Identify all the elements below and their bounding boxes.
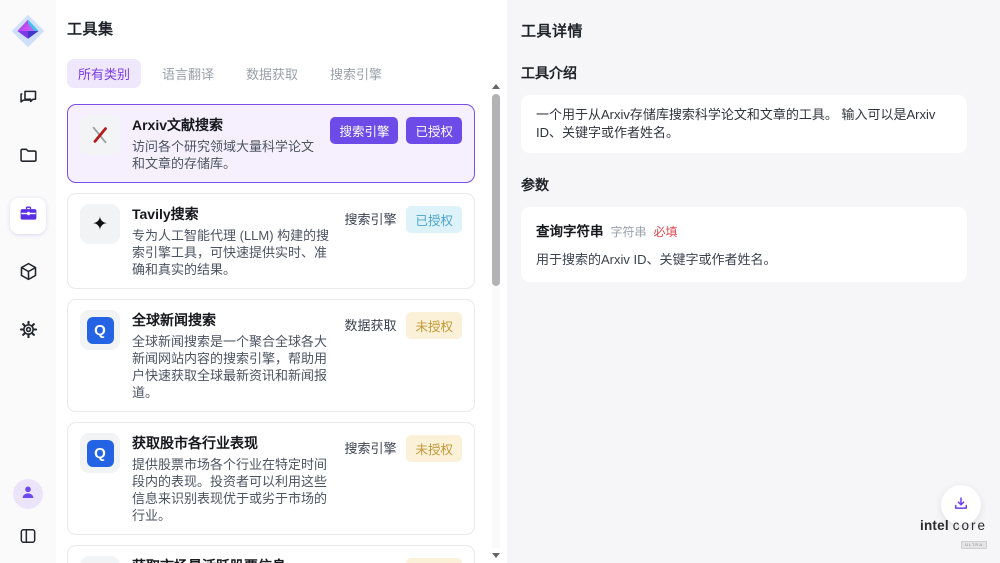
tool-card-tavily[interactable]: ✦ Tavily搜索 专为人工智能代理 (LLM) 构建的搜索引擎工具，可快速提… xyxy=(67,193,475,289)
tool-card-sector-performance[interactable]: Q 获取股市各行业表现 提供股票市场各个行业在特定时间段内的表现。投资者可以利用… xyxy=(67,422,475,535)
parameter-name: 查询字符串 xyxy=(536,220,604,240)
page-title: 工具集 xyxy=(67,18,507,39)
scroll-down-arrow[interactable] xyxy=(492,553,500,558)
sidebar-item-chat[interactable] xyxy=(10,82,46,118)
tab-search-engine[interactable]: 搜索引擎 xyxy=(319,59,393,88)
collapse-panel-icon xyxy=(18,526,38,551)
chat-icon xyxy=(18,87,39,113)
gear-icon xyxy=(18,319,39,345)
list-scrollbar[interactable] xyxy=(491,84,501,558)
category-label: 搜索引擎 xyxy=(342,558,398,563)
scrollbar-thumb[interactable] xyxy=(492,94,500,286)
sidebar-item-tools[interactable] xyxy=(10,198,46,234)
blue-q-logo-icon: Q xyxy=(80,556,120,563)
tool-description: 全球新闻搜索是一个聚合全球各大新闻网站内容的搜索引擎，帮助用户快速获取全球最新资… xyxy=(132,333,330,401)
folder-icon xyxy=(18,145,39,171)
category-label: 搜索引擎 xyxy=(342,435,398,460)
toolbox-icon xyxy=(18,203,39,229)
intel-ultra-badge: ULTRA xyxy=(961,541,987,549)
parameter-type: 字符串 xyxy=(611,223,647,240)
tool-card-list: Arxiv文献搜索 访问各个研究领域大量科学论文和文章的存储库。 搜索引擎 已授… xyxy=(67,104,475,563)
intro-section-title: 工具介绍 xyxy=(521,63,980,83)
cube-icon xyxy=(18,261,39,287)
status-badge: 未授权 xyxy=(406,558,462,563)
tool-description: 提供股票市场各个行业在特定时间段内的表现。投资者可以利用这些信息来识别表现优于或… xyxy=(132,456,330,524)
status-badge: 未授权 xyxy=(406,435,462,462)
blue-q-logo-icon: Q xyxy=(80,433,120,473)
category-label: 数据获取 xyxy=(342,312,398,337)
tool-title: 获取市场最活跃股票信息 xyxy=(132,556,330,563)
tab-data-acquisition[interactable]: 数据获取 xyxy=(235,59,309,88)
parameter-required-badge: 必填 xyxy=(654,223,678,240)
tool-description: 访问各个研究领域大量科学论文和文章的存储库。 xyxy=(132,138,318,172)
tool-intro-text: 一个用于从Arxiv存储库搜索科学论文和文章的工具。 输入可以是Arxiv ID… xyxy=(536,107,935,140)
tool-description: 专为人工智能代理 (LLM) 构建的搜索引擎工具，可快速提供实时、准确和真实的结… xyxy=(132,227,330,278)
params-section-title: 参数 xyxy=(521,175,980,195)
sidebar-item-files[interactable] xyxy=(10,140,46,176)
arxiv-logo-icon xyxy=(80,115,120,155)
sidebar-rail xyxy=(0,0,56,563)
tool-title: 全球新闻搜索 xyxy=(132,310,330,330)
category-label: 搜索引擎 xyxy=(342,206,398,231)
parameter-description: 用于搜索的Arxiv ID、关键字或作者姓名。 xyxy=(536,249,952,268)
app-logo xyxy=(11,14,45,48)
user-avatar[interactable] xyxy=(13,479,43,509)
sidebar-item-models[interactable] xyxy=(10,256,46,292)
tool-list-panel: 工具集 所有类别 语言翻译 数据获取 搜索引擎 Arxiv文献搜索 访问各个研究… xyxy=(56,0,507,563)
tool-title: Arxiv文献搜索 xyxy=(132,115,318,135)
details-title: 工具详情 xyxy=(521,20,980,41)
tool-title: Tavily搜索 xyxy=(132,204,330,224)
user-avatar-icon xyxy=(20,484,36,505)
sparkle-icon: ✦ xyxy=(80,204,120,244)
collapse-sidebar-button[interactable] xyxy=(13,523,43,553)
parameter-card: 查询字符串 字符串 必填 用于搜索的Arxiv ID、关键字或作者姓名。 xyxy=(521,207,967,282)
intel-core-logo: intel core ULTRA xyxy=(920,518,987,551)
status-badge: 已授权 xyxy=(406,117,462,144)
tool-intro-box: 一个用于从Arxiv存储库搜索科学论文和文章的工具。 输入可以是Arxiv ID… xyxy=(521,95,967,153)
download-icon xyxy=(952,495,970,516)
scroll-up-arrow[interactable] xyxy=(492,84,500,89)
status-badge: 已授权 xyxy=(406,206,462,233)
tab-all-categories[interactable]: 所有类别 xyxy=(67,59,141,88)
tool-details-panel: 工具详情 工具介绍 一个用于从Arxiv存储库搜索科学论文和文章的工具。 输入可… xyxy=(507,0,1000,563)
tool-card-arxiv[interactable]: Arxiv文献搜索 访问各个研究领域大量科学论文和文章的存储库。 搜索引擎 已授… xyxy=(67,104,475,183)
category-badge: 搜索引擎 xyxy=(330,117,398,144)
status-badge: 未授权 xyxy=(406,312,462,339)
tool-card-active-stocks[interactable]: Q 获取市场最活跃股票信息 提供当天交易量最高的股票列表，投资者可以利用这些信息… xyxy=(67,545,475,563)
tool-card-global-news[interactable]: Q 全球新闻搜索 全球新闻搜索是一个聚合全球各大新闻网站内容的搜索引擎，帮助用户… xyxy=(67,299,475,412)
category-tabs: 所有类别 语言翻译 数据获取 搜索引擎 xyxy=(67,59,507,88)
tab-language-translation[interactable]: 语言翻译 xyxy=(151,59,225,88)
sidebar-item-settings[interactable] xyxy=(10,314,46,350)
tool-title: 获取股市各行业表现 xyxy=(132,433,330,453)
blue-q-logo-icon: Q xyxy=(80,310,120,350)
